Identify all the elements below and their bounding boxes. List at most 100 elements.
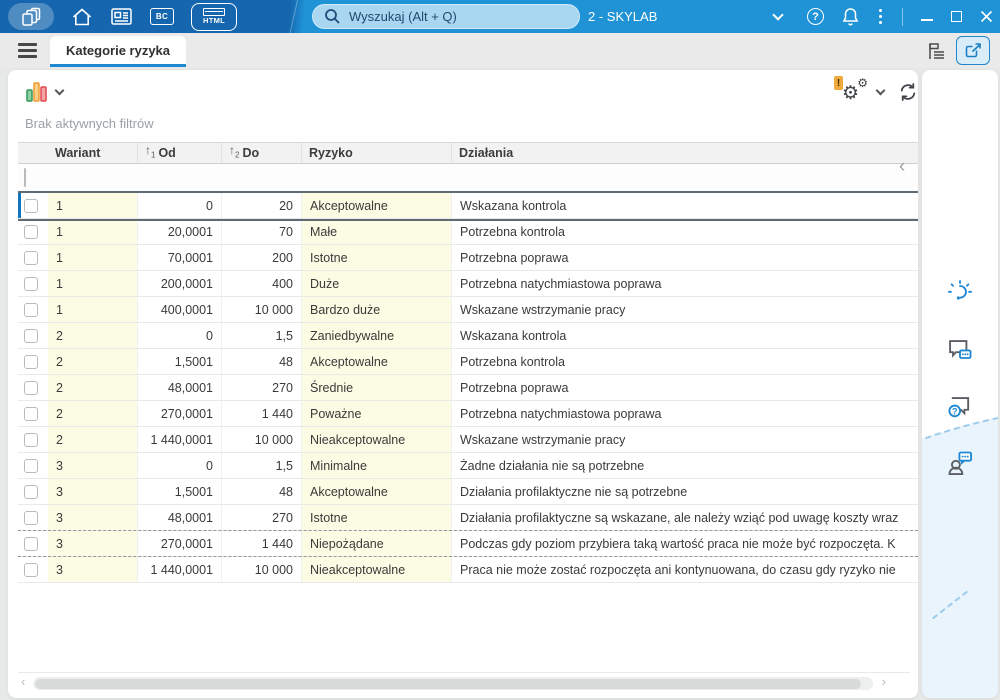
table-row[interactable]: 3 1,5001 48 Akceptowalne Działania profi… bbox=[18, 479, 918, 505]
cell-do[interactable]: 200 bbox=[222, 245, 302, 270]
cell-dzialania[interactable]: Praca nie może zostać rozpoczęta ani kon… bbox=[452, 557, 918, 582]
cell-dzialania[interactable]: Potrzebna kontrola bbox=[452, 349, 918, 374]
cell-wariant[interactable]: 1 bbox=[48, 245, 138, 270]
consultant-chat-button[interactable] bbox=[946, 449, 974, 477]
minimize-button[interactable] bbox=[921, 13, 933, 21]
row-checkbox[interactable] bbox=[24, 276, 38, 291]
cell-dzialania[interactable]: Potrzebna natychmiastowa poprawa bbox=[452, 271, 918, 296]
chart-view-dropdown[interactable] bbox=[25, 81, 65, 103]
cell-od[interactable]: 1,5001 bbox=[138, 349, 222, 374]
row-checkbox[interactable] bbox=[24, 380, 38, 395]
cell-od[interactable]: 270,0001 bbox=[138, 401, 222, 426]
cell-ryzyko[interactable]: Nieakceptowalne bbox=[302, 557, 452, 582]
company-selector[interactable]: 2 - SKYLAB bbox=[588, 0, 785, 33]
cell-dzialania[interactable]: Wskazana kontrola bbox=[452, 193, 918, 218]
cell-dzialania[interactable]: Podczas gdy poziom przybiera taką wartoś… bbox=[452, 531, 918, 556]
collapse-panel-chevron[interactable]: ‹ bbox=[899, 156, 905, 178]
cell-do[interactable]: 10 000 bbox=[222, 427, 302, 452]
menu-button[interactable] bbox=[18, 43, 37, 58]
cell-dzialania[interactable]: Wskazane wstrzymanie pracy bbox=[452, 427, 918, 452]
cell-od[interactable]: 200,0001 bbox=[138, 271, 222, 296]
scroll-right-arrow[interactable]: › bbox=[882, 674, 886, 689]
cell-do[interactable]: 1,5 bbox=[222, 453, 302, 478]
cell-do[interactable]: 1 440 bbox=[222, 531, 302, 556]
cell-do[interactable]: 270 bbox=[222, 375, 302, 400]
more-options-button[interactable] bbox=[877, 7, 884, 26]
row-checkbox[interactable] bbox=[24, 198, 38, 213]
table-row[interactable]: 1 0 20 Akceptowalne Wskazana kontrola bbox=[18, 193, 918, 219]
bc-button[interactable]: BC bbox=[150, 8, 174, 25]
cell-dzialania[interactable]: Potrzebna kontrola bbox=[452, 219, 918, 244]
cell-do[interactable]: 70 bbox=[222, 219, 302, 244]
cell-wariant[interactable]: 2 bbox=[48, 401, 138, 426]
cell-ryzyko[interactable]: Akceptowalne bbox=[302, 193, 452, 218]
home-button[interactable] bbox=[71, 7, 93, 27]
cell-od[interactable]: 0 bbox=[138, 323, 222, 348]
cell-wariant[interactable]: 2 bbox=[48, 375, 138, 400]
table-row[interactable]: 3 270,0001 1 440 Niepożądane Podczas gdy… bbox=[18, 530, 918, 557]
cell-od[interactable]: 1,5001 bbox=[138, 479, 222, 504]
help-chat-button[interactable]: ? bbox=[946, 394, 974, 422]
cell-wariant[interactable]: 3 bbox=[48, 505, 138, 530]
cell-do[interactable]: 48 bbox=[222, 349, 302, 374]
cell-wariant[interactable]: 1 bbox=[48, 297, 138, 322]
cell-wariant[interactable]: 2 bbox=[48, 427, 138, 452]
row-checkbox[interactable] bbox=[24, 302, 38, 317]
cell-ryzyko[interactable]: Akceptowalne bbox=[302, 349, 452, 374]
cell-ryzyko[interactable]: Nieakceptowalne bbox=[302, 427, 452, 452]
row-checkbox[interactable] bbox=[24, 536, 38, 551]
table-row[interactable]: 1 20,0001 70 Małe Potrzebna kontrola bbox=[18, 219, 918, 245]
cell-wariant[interactable]: 1 bbox=[48, 219, 138, 244]
chevron-down-icon[interactable] bbox=[875, 85, 886, 96]
cell-do[interactable]: 10 000 bbox=[222, 297, 302, 322]
row-checkbox[interactable] bbox=[24, 250, 38, 265]
notifications-button[interactable] bbox=[842, 7, 859, 26]
maximize-button[interactable] bbox=[951, 11, 962, 22]
cell-wariant[interactable]: 2 bbox=[48, 323, 138, 348]
feedback-chat-button[interactable] bbox=[946, 337, 974, 365]
cell-wariant[interactable]: 3 bbox=[48, 479, 138, 504]
cell-do[interactable]: 48 bbox=[222, 479, 302, 504]
cell-od[interactable]: 0 bbox=[138, 193, 222, 218]
cell-wariant[interactable]: 2 bbox=[48, 349, 138, 374]
table-row[interactable]: 2 48,0001 270 Średnie Potrzebna poprawa bbox=[18, 375, 918, 401]
help-button[interactable]: ? bbox=[807, 8, 824, 25]
cell-do[interactable]: 10 000 bbox=[222, 557, 302, 582]
scrollbar-thumb[interactable] bbox=[35, 678, 861, 689]
table-row[interactable]: 3 48,0001 270 Istotne Działania profilak… bbox=[18, 505, 918, 531]
cell-wariant[interactable]: 3 bbox=[48, 557, 138, 582]
column-header-od[interactable]: ↑1 Od bbox=[138, 143, 222, 163]
cell-dzialania[interactable]: Działania profilaktyczne nie są potrzebn… bbox=[452, 479, 918, 504]
cell-wariant[interactable]: 1 bbox=[48, 193, 138, 218]
tab-kategorie-ryzyka[interactable]: Kategorie ryzyka bbox=[50, 36, 186, 67]
row-checkbox[interactable] bbox=[24, 224, 38, 239]
tree-view-button[interactable] bbox=[926, 42, 946, 60]
table-row[interactable]: 2 1 440,0001 10 000 Nieakceptowalne Wska… bbox=[18, 427, 918, 453]
horizontal-scrollbar[interactable] bbox=[33, 677, 873, 690]
table-row[interactable]: 2 0 1,5 Zaniedbywalne Wskazana kontrola bbox=[18, 323, 918, 349]
row-checkbox[interactable] bbox=[24, 562, 38, 577]
cell-do[interactable]: 270 bbox=[222, 505, 302, 530]
news-button[interactable] bbox=[110, 7, 133, 26]
apps-stack-button[interactable] bbox=[8, 3, 54, 30]
cell-dzialania[interactable]: Potrzebna natychmiastowa poprawa bbox=[452, 401, 918, 426]
cell-dzialania[interactable]: Potrzebna poprawa bbox=[452, 245, 918, 270]
search-input[interactable]: Wyszukaj (Alt + Q) bbox=[312, 4, 580, 29]
cell-od[interactable]: 270,0001 bbox=[138, 531, 222, 556]
row-checkbox[interactable] bbox=[24, 510, 38, 525]
cell-ryzyko[interactable]: Zaniedbywalne bbox=[302, 323, 452, 348]
cell-dzialania[interactable]: Żadne działania nie są potrzebne bbox=[452, 453, 918, 478]
cell-do[interactable]: 1,5 bbox=[222, 323, 302, 348]
table-row[interactable]: 3 1 440,0001 10 000 Nieakceptowalne Prac… bbox=[18, 556, 918, 583]
row-checkbox[interactable] bbox=[24, 328, 38, 343]
cell-dzialania[interactable]: Wskazane wstrzymanie pracy bbox=[452, 297, 918, 322]
cell-dzialania[interactable]: Działania profilaktyczne są wskazane, al… bbox=[452, 505, 918, 530]
cell-ryzyko[interactable]: Minimalne bbox=[302, 453, 452, 478]
table-row[interactable]: 2 270,0001 1 440 Poważne Potrzebna natyc… bbox=[18, 401, 918, 427]
table-row[interactable]: 1 200,0001 400 Duże Potrzebna natychmias… bbox=[18, 271, 918, 297]
row-checkbox[interactable] bbox=[24, 458, 38, 473]
cell-od[interactable]: 400,0001 bbox=[138, 297, 222, 322]
cell-od[interactable]: 1 440,0001 bbox=[138, 427, 222, 452]
html-button[interactable]: HTML bbox=[191, 2, 237, 31]
cell-do[interactable]: 400 bbox=[222, 271, 302, 296]
